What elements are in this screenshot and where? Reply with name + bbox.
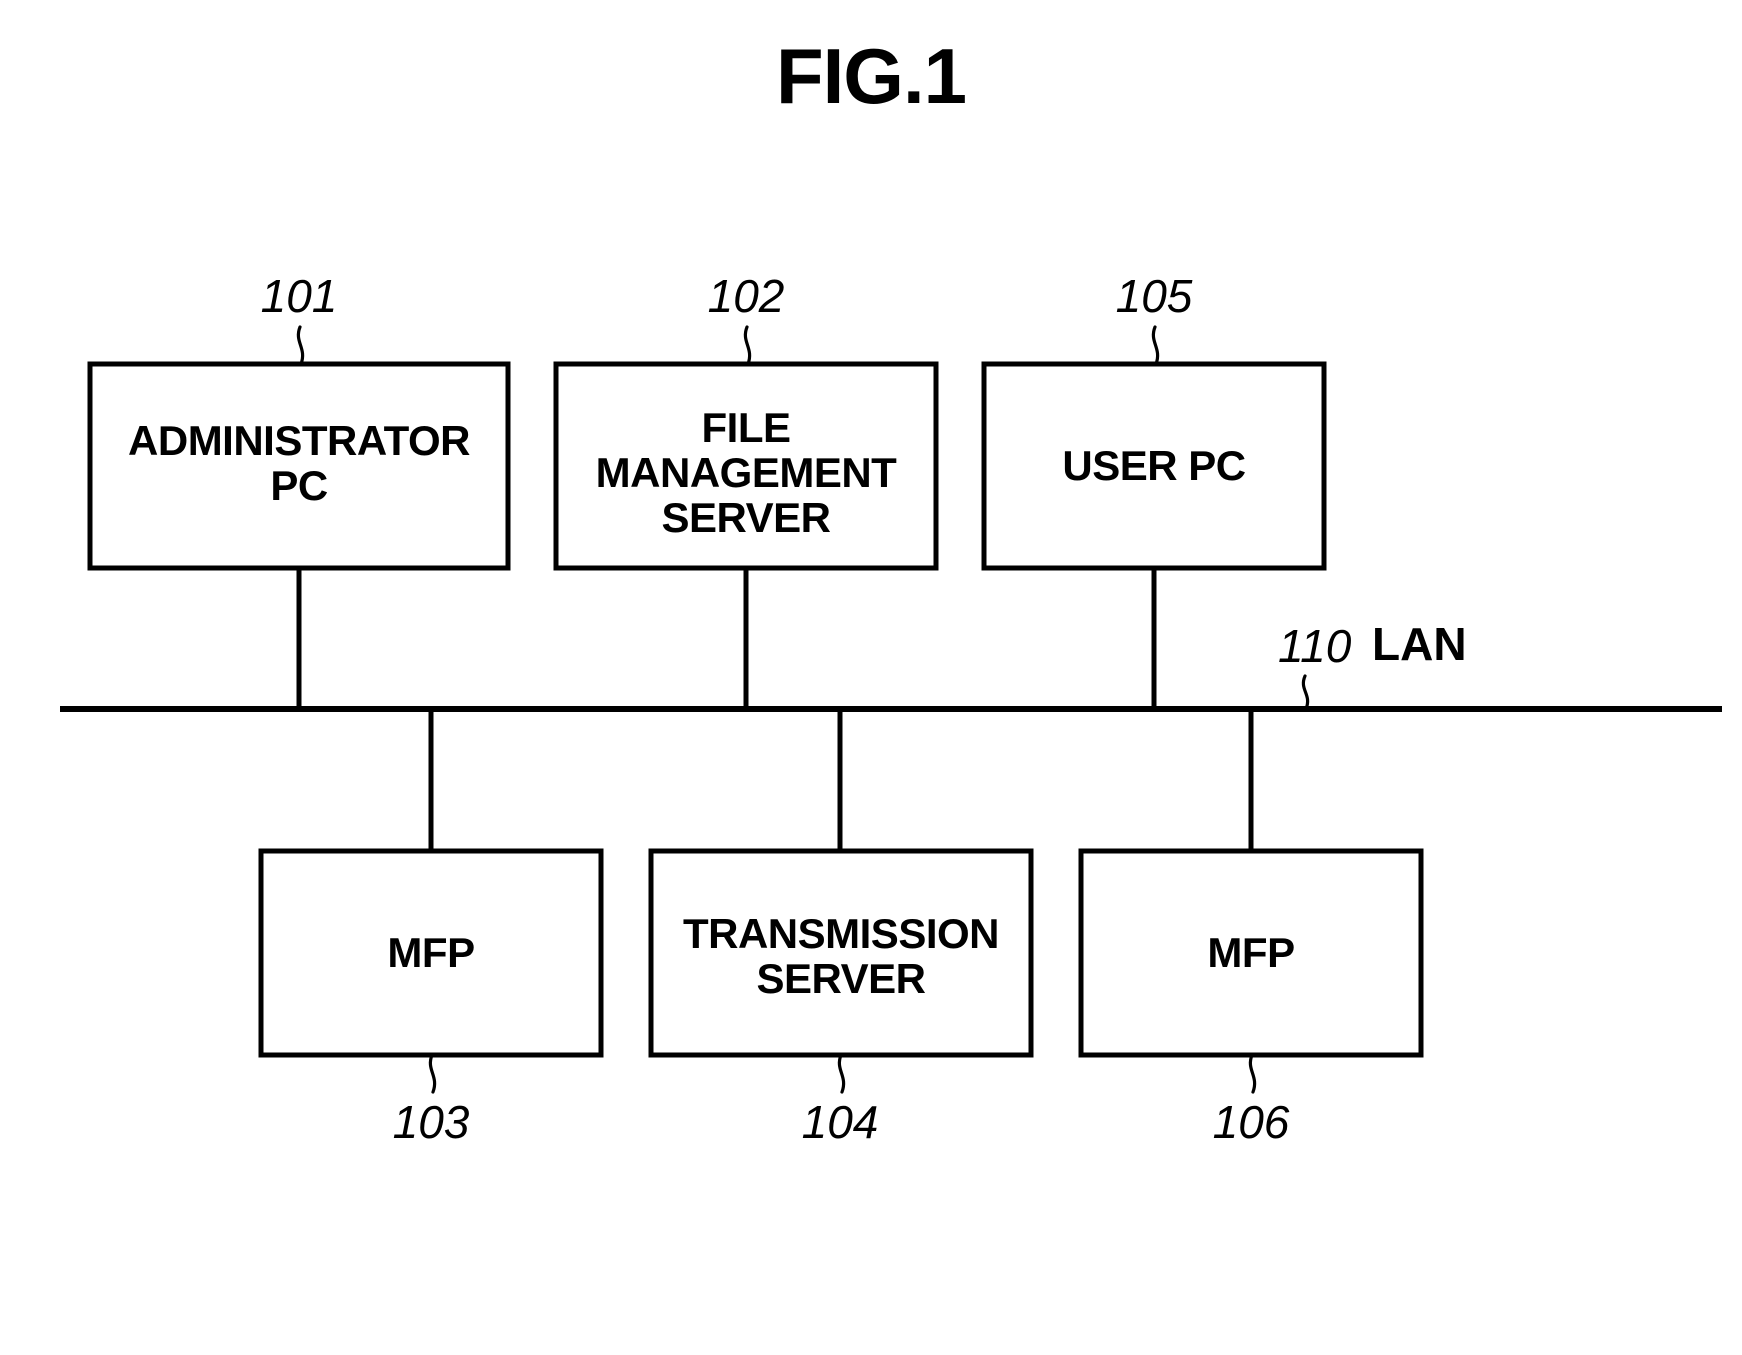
transmission-server-ref-number: 104 (802, 1096, 879, 1148)
mfp-right-leader-line (1248, 1053, 1257, 1094)
file-management-server-leader-line (743, 325, 752, 366)
administrator-pc-leader-line (296, 325, 305, 366)
mfp-right-ref-number: 106 (1213, 1096, 1290, 1148)
lan-ref-number: 110 (1278, 620, 1352, 672)
administrator-pc-ref-number: 101 (261, 270, 338, 322)
mfp-left-leader-line (428, 1053, 437, 1094)
figure-canvas: FIG.1 110 LAN ADMINISTRATOR PC 101 FILE … (0, 0, 1742, 1355)
user-pc-leader-line (1151, 325, 1160, 366)
user-pc-label-line1: USER PC (1062, 442, 1245, 489)
transmission-server-leader-line (837, 1053, 846, 1094)
transmission-server-label-line2: SERVER (757, 955, 926, 1002)
lan-name-label: LAN (1372, 618, 1467, 670)
mfp-left-label-line1: MFP (387, 929, 474, 976)
transmission-server-label-line1: TRANSMISSION (683, 910, 999, 957)
user-pc-ref-number: 105 (1116, 270, 1193, 322)
node-mfp-right: MFP 106 (1078, 709, 1424, 1148)
lan-leader-line (1301, 674, 1310, 711)
file-management-server-label-line2: MANAGEMENT (596, 449, 897, 496)
system-block-diagram: FIG.1 110 LAN ADMINISTRATOR PC 101 FILE … (60, 32, 1722, 1148)
mfp-right-label-line1: MFP (1207, 929, 1294, 976)
file-management-server-ref-number: 102 (708, 270, 785, 322)
node-transmission-server: TRANSMISSION SERVER 104 (648, 709, 1034, 1148)
node-mfp-left: MFP 103 (258, 709, 604, 1148)
administrator-pc-label-line1: ADMINISTRATOR (128, 417, 470, 464)
node-user-pc: USER PC 105 (981, 270, 1327, 709)
file-management-server-label-line1: FILE (702, 404, 791, 451)
node-administrator-pc: ADMINISTRATOR PC 101 (87, 270, 511, 709)
figure-title: FIG.1 (776, 32, 966, 120)
mfp-left-ref-number: 103 (393, 1096, 470, 1148)
file-management-server-label-line3: SERVER (662, 494, 831, 541)
node-file-management-server: FILE MANAGEMENT SERVER 102 (553, 270, 939, 709)
administrator-pc-label-line2: PC (270, 462, 328, 509)
